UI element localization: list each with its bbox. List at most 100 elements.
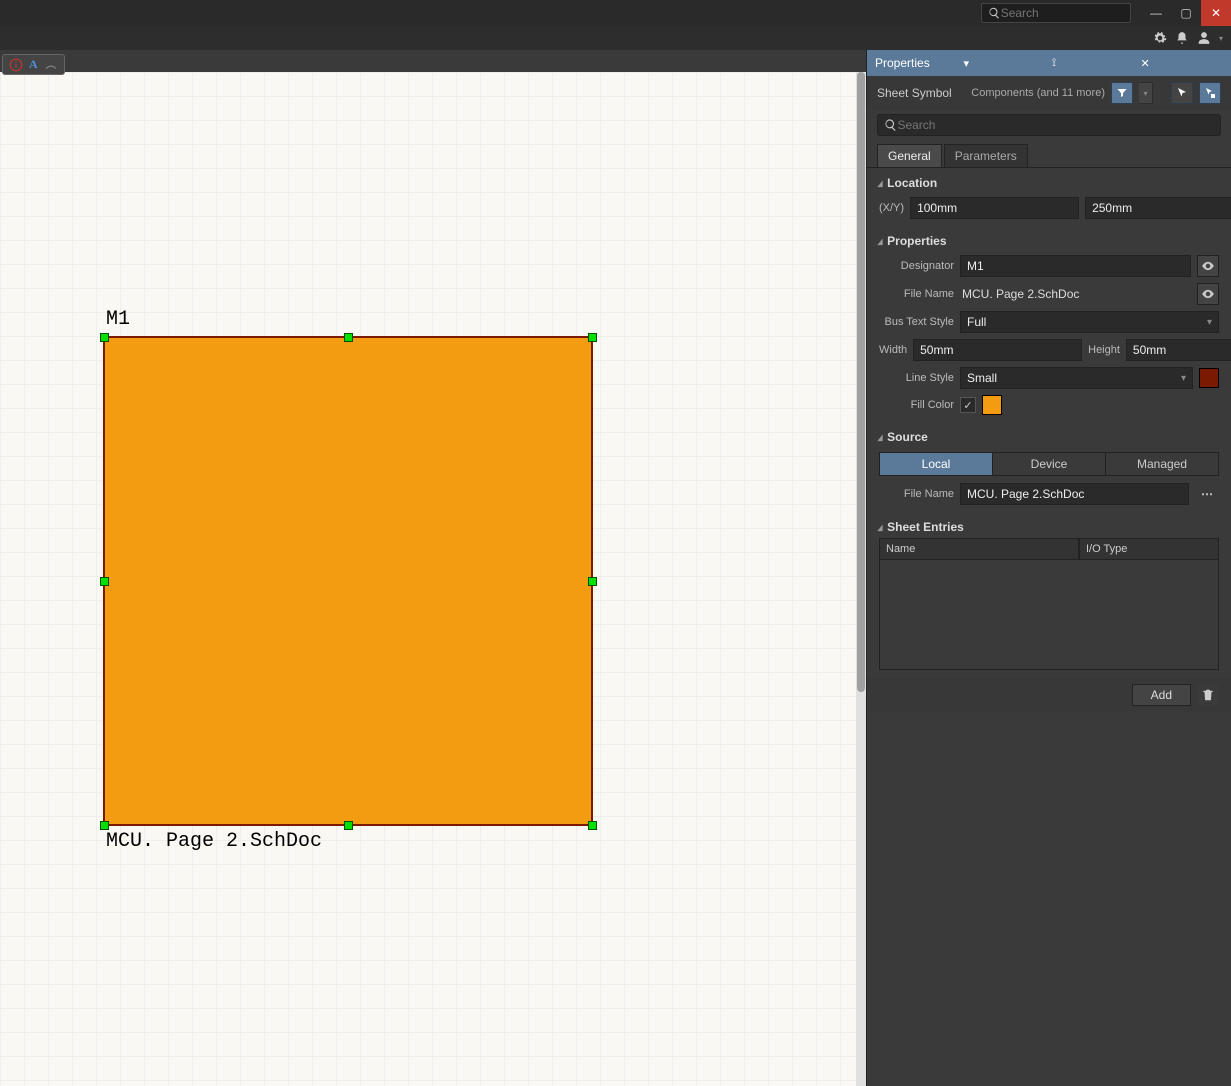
x-input[interactable]: [910, 197, 1079, 219]
source-filename-input[interactable]: [960, 483, 1189, 505]
section-properties: Properties Designator File Name MCU. Pag…: [867, 226, 1231, 422]
section-location-header[interactable]: Location: [867, 172, 1231, 194]
filename-value: MCU. Page 2.SchDoc: [960, 287, 1191, 301]
properties-panel: Properties ▾ ⟟ ✕ Sheet Symbol Components…: [866, 50, 1231, 1086]
panel-search-input[interactable]: [897, 118, 1214, 132]
global-search-input[interactable]: [1001, 6, 1124, 20]
sheet-designator-label: M1: [106, 308, 130, 331]
object-type-row: Sheet Symbol Components (and 11 more) ▾: [867, 76, 1231, 110]
section-sheet-entries: Sheet Entries Name I/O Type Add: [867, 512, 1231, 716]
resize-handle-w[interactable]: [100, 577, 109, 586]
select-mode-b-button[interactable]: [1199, 82, 1221, 104]
delete-button[interactable]: [1197, 684, 1219, 706]
search-icon: [884, 118, 897, 132]
user-dropdown-icon[interactable]: ▾: [1219, 34, 1223, 43]
cursor-icon: [1176, 87, 1188, 99]
designator-label: Designator: [879, 260, 954, 272]
bus-text-style-label: Bus Text Style: [879, 316, 954, 328]
section-source-header[interactable]: Source: [867, 426, 1231, 448]
section-properties-header[interactable]: Properties: [867, 230, 1231, 252]
source-browse-button[interactable]: ⋯: [1195, 483, 1219, 505]
line-style-label: Line Style: [879, 372, 954, 384]
close-button[interactable]: ✕: [1201, 0, 1231, 26]
title-bar: — ▢ ✕: [0, 0, 1231, 26]
fill-color-label: Fill Color: [879, 399, 954, 411]
panel-search[interactable]: [877, 114, 1221, 136]
filename-label: File Name: [879, 288, 954, 300]
resize-handle-sw[interactable]: [100, 821, 109, 830]
fill-color-swatch[interactable]: [982, 395, 1002, 415]
tab-general[interactable]: General: [877, 144, 942, 167]
filter-summary: Components (and 11 more): [958, 87, 1105, 99]
section-sheet-entries-header[interactable]: Sheet Entries: [867, 516, 1231, 538]
info-icon: [9, 58, 23, 72]
sheet-entries-table-body[interactable]: [879, 560, 1219, 670]
source-seg-managed[interactable]: Managed: [1106, 453, 1218, 475]
y-input[interactable]: [1085, 197, 1231, 219]
filename-visibility-button[interactable]: [1197, 283, 1219, 305]
sheet-entries-actions: Add: [867, 678, 1231, 712]
eye-icon: [1201, 287, 1215, 301]
resize-handle-s[interactable]: [344, 821, 353, 830]
source-seg-local[interactable]: Local: [880, 453, 993, 475]
eye-icon: [1201, 259, 1215, 273]
funnel-icon: [1116, 87, 1128, 99]
bell-icon[interactable]: [1175, 31, 1189, 45]
col-name[interactable]: Name: [879, 538, 1079, 560]
panel-header: Properties ▾ ⟟ ✕: [867, 50, 1231, 76]
add-button[interactable]: Add: [1132, 684, 1191, 706]
section-source: Source Local Device Managed File Name ⋯: [867, 422, 1231, 512]
line-color-swatch[interactable]: [1199, 368, 1219, 388]
schematic-canvas[interactable]: M1 MCU. Page 2.SchDoc: [0, 72, 866, 1086]
canvas-tool-chip[interactable]: A: [2, 54, 65, 75]
height-input[interactable]: [1126, 339, 1231, 361]
scrollbar-thumb[interactable]: [857, 72, 865, 692]
cursor-box-icon: [1204, 87, 1216, 99]
sheet-filename-label: MCU. Page 2.SchDoc: [106, 830, 322, 853]
secondary-toolbar: ▾: [0, 26, 1231, 50]
minimize-button[interactable]: —: [1141, 0, 1171, 26]
window-controls: — ▢ ✕: [1141, 0, 1231, 26]
source-filename-label: File Name: [879, 488, 954, 500]
tab-parameters[interactable]: Parameters: [944, 144, 1028, 167]
designator-input[interactable]: [960, 255, 1191, 277]
sheet-symbol[interactable]: [103, 336, 593, 826]
object-type-label: Sheet Symbol: [877, 86, 952, 100]
resize-handle-n[interactable]: [344, 333, 353, 342]
select-mode-a-button[interactable]: [1171, 82, 1193, 104]
search-icon: [988, 6, 1001, 20]
resize-handle-nw[interactable]: [100, 333, 109, 342]
canvas-area: A M1 MCU. Page 2.SchDoc: [0, 50, 866, 1086]
width-input[interactable]: [913, 339, 1082, 361]
height-label: Height: [1088, 344, 1120, 356]
panel-title: Properties: [875, 56, 958, 70]
resize-handle-ne[interactable]: [588, 333, 597, 342]
panel-close-icon[interactable]: ✕: [1141, 57, 1224, 70]
panel-menu-icon[interactable]: ▾: [964, 57, 1047, 70]
user-icon[interactable]: [1197, 31, 1211, 45]
filter-button[interactable]: [1111, 82, 1133, 104]
canvas-vertical-scrollbar[interactable]: [856, 72, 866, 1086]
source-seg-device[interactable]: Device: [993, 453, 1106, 475]
arc-icon: [44, 58, 58, 72]
maximize-button[interactable]: ▢: [1171, 0, 1201, 26]
panel-pin-icon[interactable]: ⟟: [1052, 57, 1135, 70]
gear-icon[interactable]: [1153, 31, 1167, 45]
bus-text-style-dropdown[interactable]: Full: [960, 311, 1219, 333]
line-style-dropdown[interactable]: Small: [960, 367, 1193, 389]
resize-handle-se[interactable]: [588, 821, 597, 830]
width-label: Width: [879, 344, 907, 356]
global-search[interactable]: [981, 3, 1131, 23]
col-io-type[interactable]: I/O Type: [1079, 538, 1219, 560]
designator-visibility-button[interactable]: [1197, 255, 1219, 277]
fill-enabled-checkbox[interactable]: [960, 397, 976, 413]
resize-handle-e[interactable]: [588, 577, 597, 586]
xy-label: (X/Y): [879, 202, 904, 214]
sheet-entries-table-head: Name I/O Type: [879, 538, 1219, 560]
properties-tabs: General Parameters: [867, 144, 1231, 168]
filter-dropdown-button[interactable]: ▾: [1139, 82, 1153, 104]
source-segment-group: Local Device Managed: [879, 452, 1219, 476]
trash-icon: [1201, 688, 1215, 702]
text-tool-icon: A: [29, 57, 38, 72]
section-location: Location (X/Y): [867, 168, 1231, 226]
